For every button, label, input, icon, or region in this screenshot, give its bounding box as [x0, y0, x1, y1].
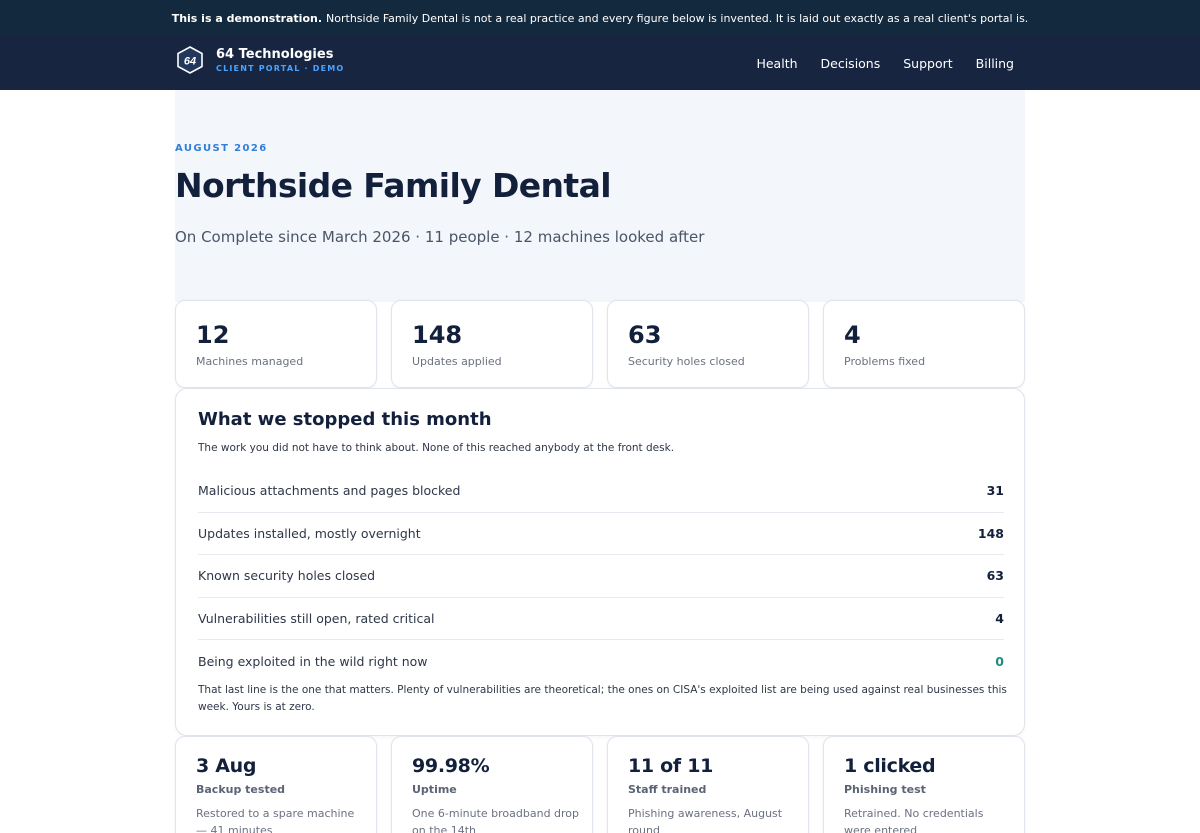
stopped-this-month-card: What we stopped this month The work you …	[175, 388, 1025, 736]
top-navbar: 64 64 Technologies CLIENT PORTAL · DEMO …	[0, 36, 1200, 90]
stat-value: 63	[628, 321, 662, 349]
highlight-card-phishing: 1 clicked Phishing test Retrained. No cr…	[823, 736, 1025, 833]
highlight-label: Phishing test	[844, 783, 926, 796]
hero-section: AUGUST 2026 Northside Family Dental On C…	[175, 90, 1025, 302]
stat-value: 148	[412, 321, 463, 349]
section-intro: The work you did not have to think about…	[198, 442, 675, 454]
stat-value: 12	[196, 321, 230, 349]
row-count: 4	[995, 611, 1004, 627]
logo-text: 64	[184, 56, 196, 68]
report-month: AUGUST 2026	[175, 143, 268, 154]
row-count: 63	[986, 568, 1004, 584]
highlight-label: Staff trained	[628, 783, 707, 796]
section-note: That last line is the one that matters. …	[198, 684, 1007, 713]
stat-value: 4	[844, 321, 861, 349]
highlight-label: Uptime	[412, 783, 457, 796]
highlight-description: Phishing awareness, August round	[628, 807, 783, 833]
page-title: Northside Family Dental	[175, 166, 612, 205]
row-label: Malicious attachments and pages blocked	[198, 483, 461, 499]
highlight-description: Restored to a spare machine — 41 minutes	[196, 807, 355, 833]
row-count-zero: 0	[995, 654, 1004, 670]
stat-card-updates: 148 Updates applied	[391, 300, 593, 388]
row-label: Being exploited in the wild right now	[198, 654, 428, 670]
row-count: 148	[977, 525, 1004, 541]
highlight-description: Retrained. No credentials were entered	[844, 807, 984, 833]
highlight-value: 11 of 11	[628, 755, 714, 777]
brand-subtitle: CLIENT PORTAL · DEMO	[216, 63, 345, 73]
stat-label: Updates applied	[412, 355, 502, 368]
stopped-list: Malicious attachments and pages blocked …	[198, 470, 1004, 683]
demo-banner-text: Northside Family Dental is not a real pr…	[326, 11, 1029, 25]
stat-label: Problems fixed	[844, 355, 926, 368]
nav-health[interactable]: Health	[756, 56, 797, 71]
row-label: Known security holes closed	[198, 568, 376, 584]
nav-links: Health Decisions Support Billing	[733, 36, 1014, 90]
highlight-description: One 6-minute broadband drop on the 14th	[412, 807, 580, 833]
hexagon-logo-icon: 64	[177, 46, 203, 74]
section-title: What we stopped this month	[198, 409, 492, 430]
nav-billing[interactable]: Billing	[976, 56, 1014, 71]
row-label: Updates installed, mostly overnight	[198, 525, 421, 541]
highlight-card-uptime: 99.98% Uptime One 6-minute broadband dro…	[391, 736, 593, 833]
stat-label: Security holes closed	[628, 355, 745, 368]
page-subtitle: On Complete since March 2026 · 11 people…	[175, 228, 705, 246]
highlight-label: Backup tested	[196, 783, 286, 796]
nav-decisions[interactable]: Decisions	[821, 56, 881, 71]
list-item: Being exploited in the wild right now 0	[198, 640, 1004, 683]
brand-name: 64 Technologies	[216, 46, 334, 62]
highlight-card-training: 11 of 11 Staff trained Phishing awarenes…	[607, 736, 809, 833]
list-item: Known security holes closed 63	[198, 555, 1004, 598]
brand[interactable]: 64 64 Technologies CLIENT PORTAL · DEMO	[176, 46, 344, 74]
stat-card-problems: 4 Problems fixed	[823, 300, 1025, 388]
row-count: 31	[986, 483, 1004, 499]
demo-banner-bold: This is a demonstration.	[171, 11, 323, 25]
demo-banner: This is a demonstration. Northside Famil…	[0, 0, 1200, 36]
highlight-value: 99.98%	[412, 755, 490, 777]
nav-support[interactable]: Support	[903, 56, 952, 71]
highlight-value: 3 Aug	[196, 755, 257, 777]
list-item: Malicious attachments and pages blocked …	[198, 470, 1004, 513]
highlight-value: 1 clicked	[844, 755, 936, 777]
highlight-card-backup: 3 Aug Backup tested Restored to a spare …	[175, 736, 377, 833]
stat-card-machines: 12 Machines managed	[175, 300, 377, 388]
row-label: Vulnerabilities still open, rated critic…	[198, 611, 435, 627]
stat-label: Machines managed	[196, 355, 304, 368]
list-item: Vulnerabilities still open, rated critic…	[198, 598, 1004, 641]
stat-card-security-holes: 63 Security holes closed	[607, 300, 809, 388]
list-item: Updates installed, mostly overnight 148	[198, 513, 1004, 556]
